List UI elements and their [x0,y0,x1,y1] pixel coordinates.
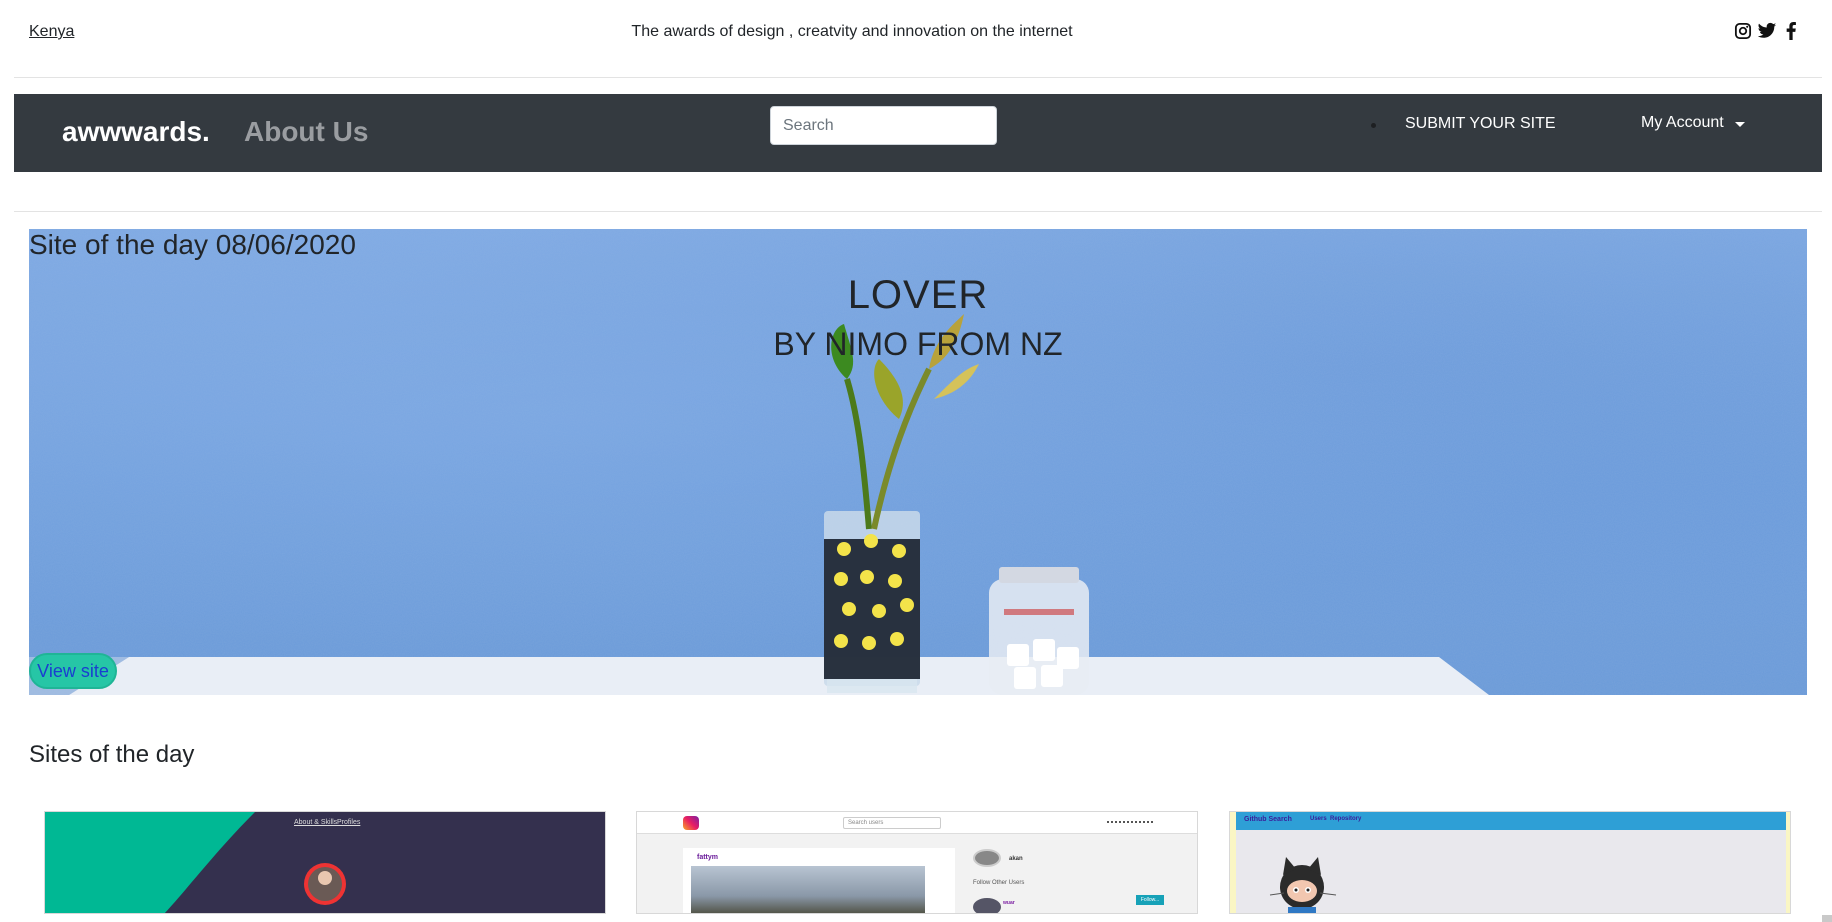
card-nav-repository: Repository [1330,816,1362,822]
top-divider [14,77,1822,78]
card-nav-about[interactable]: About & Skills [294,819,337,826]
about-us-link[interactable]: About Us [244,116,368,148]
site-thumbnail [45,812,605,913]
card-nav-users: Users [1310,816,1327,822]
avatar [973,898,1001,913]
featured-site-title: LOVER [847,273,989,317]
site-card[interactable]: Github Search Users Repository [1229,811,1791,914]
facebook-icon[interactable] [1781,21,1801,41]
follow-button: Follow... [1136,895,1164,905]
submit-site-link[interactable]: SUBMIT YOUR SITE [1405,115,1556,133]
site-tagline: The awards of design , creatvity and inn… [631,23,1073,40]
instagram-icon[interactable] [1733,21,1753,41]
twitter-icon[interactable] [1757,21,1777,41]
social-links [1733,21,1801,41]
avatar [973,849,1001,867]
profile-username: akan [1009,856,1023,862]
scrollbar-thumb[interactable] [1822,915,1832,922]
section-divider [14,211,1822,212]
card-header-icons [1107,821,1153,825]
follow-heading: Follow Other Users [973,880,1025,886]
site-of-the-day-label: Site of the day 08/06/2020 [29,229,356,260]
main-navbar: awwwards. About Us SUBMIT YOUR SITE  My… [14,94,1822,172]
site-card[interactable]: Search users fattym akan Follow Other Us… [636,811,1198,914]
card-nav-profiles[interactable]: Profiles [337,819,360,826]
suggested-username: wuar [1003,900,1015,906]
site-of-the-day-hero: Site of the day 08/06/2020 LOVER BY NIMO… [29,229,1807,695]
site-card[interactable]: About & Skills Profiles [44,811,606,914]
top-bar: Kenya The awards of design , creatvity a… [0,0,1832,66]
view-site-button[interactable]: View site [29,653,117,689]
sites-of-the-day-heading: Sites of the day [29,741,195,768]
chevron-down-icon[interactable] [1735,122,1745,127]
post-image [691,866,925,913]
post-username: fattym [697,854,719,861]
octocat-image [1269,857,1337,913]
nav-bullet [1371,123,1376,128]
user-icon:  [1628,114,1640,132]
card-search-input: Search users [843,817,941,829]
my-account-dropdown[interactable]: My Account [1641,114,1724,132]
brand-logo-link[interactable]: awwwards. [62,116,210,148]
featured-site-author: BY NIMO FROM NZ [773,326,1063,362]
search-input[interactable] [770,106,997,145]
card-title: Github Search [1244,816,1292,823]
instagram-icon [683,816,699,830]
